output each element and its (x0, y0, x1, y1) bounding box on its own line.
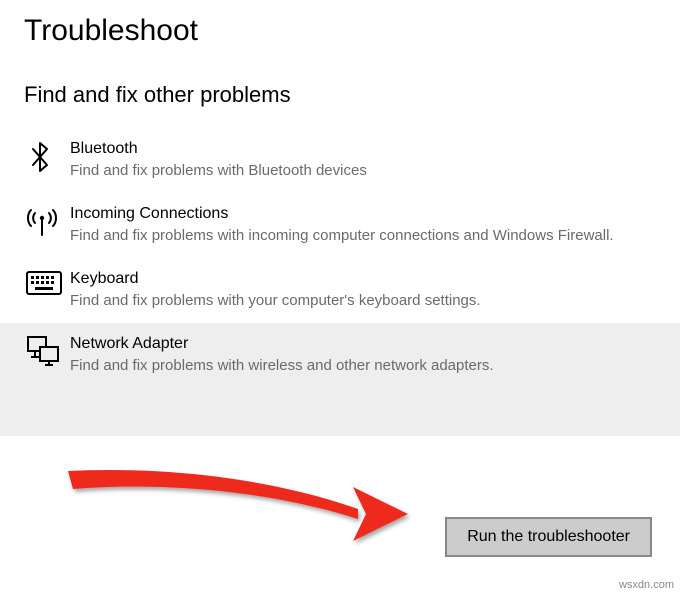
antenna-icon (26, 203, 70, 239)
watermark: wsxdn.com (619, 579, 674, 591)
item-bluetooth[interactable]: Bluetooth Find and fix problems with Blu… (0, 128, 680, 193)
item-desc: Find and fix problems with your computer… (70, 290, 656, 311)
keyboard-icon (26, 268, 70, 304)
item-title: Incoming Connections (70, 203, 656, 225)
item-desc: Find and fix problems with incoming comp… (70, 225, 656, 246)
item-keyboard[interactable]: Keyboard Find and fix problems with your… (0, 258, 680, 323)
bluetooth-icon (26, 138, 70, 174)
network-adapter-icon (26, 333, 70, 369)
item-title: Network Adapter (70, 333, 656, 355)
run-troubleshooter-button[interactable]: Run the troubleshooter (445, 517, 652, 557)
annotation-arrow (58, 459, 418, 569)
item-desc: Find and fix problems with wireless and … (70, 355, 656, 376)
page-title: Troubleshoot (0, 0, 680, 48)
item-incoming-connections[interactable]: Incoming Connections Find and fix proble… (0, 193, 680, 258)
item-desc: Find and fix problems with Bluetooth dev… (70, 160, 656, 181)
section-title: Find and fix other problems (0, 48, 680, 122)
troubleshooter-list: Bluetooth Find and fix problems with Blu… (0, 122, 680, 436)
item-title: Keyboard (70, 268, 656, 290)
item-title: Bluetooth (70, 138, 656, 160)
item-network-adapter[interactable]: Network Adapter Find and fix problems wi… (0, 323, 680, 436)
